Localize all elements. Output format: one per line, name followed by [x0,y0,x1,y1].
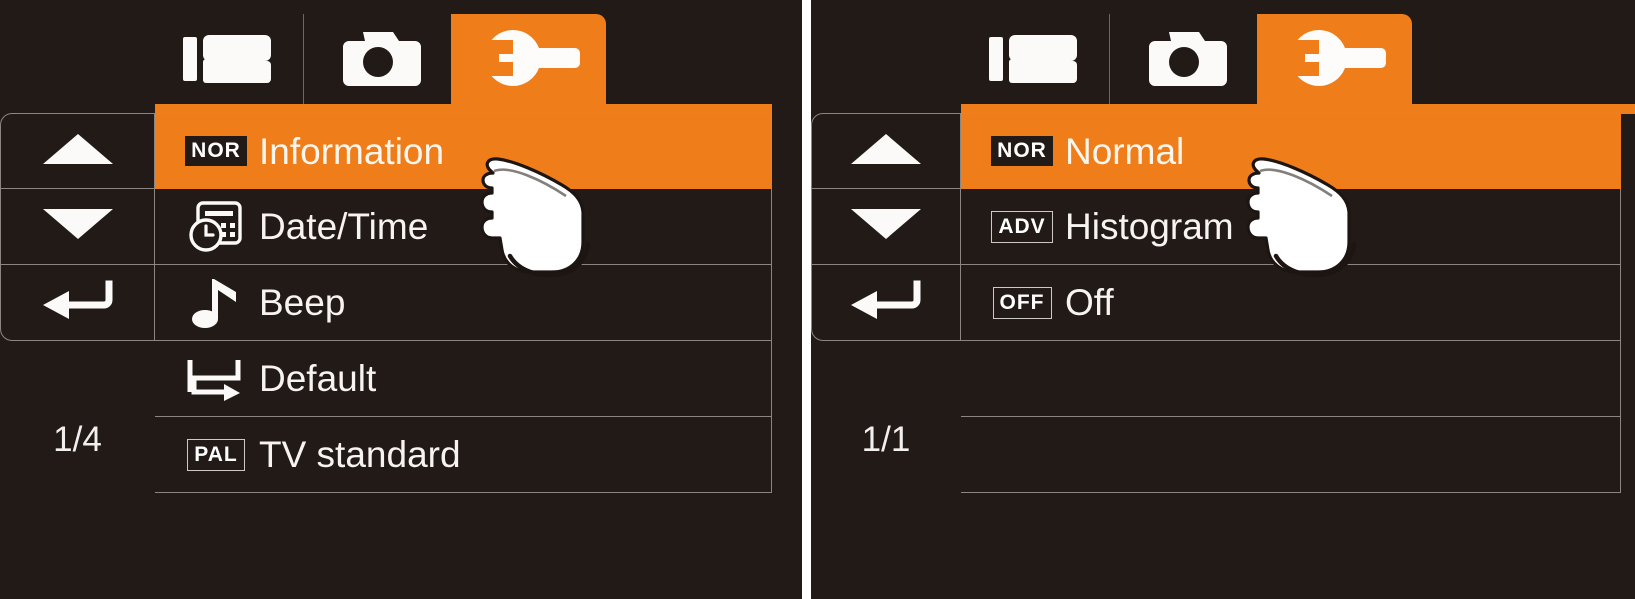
tab-photo[interactable] [303,14,451,104]
enter-button[interactable] [0,265,155,341]
page-indicator: 1/1 [861,420,911,459]
menu-item-label: Beep [259,282,346,323]
badge-text: ADV [991,210,1053,243]
enter-return-icon [39,280,117,325]
calendar-clock-icon [173,200,259,254]
navigation-controls [811,113,961,341]
arrow-down-icon [41,207,115,246]
menu-item-label: Normal [1065,130,1185,172]
camera-menu-comparison: 1/4 NOR Information Date/Time Beep Defau… [0,0,1635,599]
pal-badge-icon: PAL [173,438,259,471]
tab-video[interactable] [155,14,303,104]
music-note-icon [173,275,259,331]
menu-item-label: Information [259,130,445,172]
mode-tabbar [961,14,1412,104]
navigation-controls [0,113,155,341]
badge-text: PAL [187,438,245,471]
menu-item-empty [961,417,1621,493]
panel-gutter [802,0,811,599]
nor-badge-icon: NOR [173,136,259,166]
menu-item-beep[interactable]: Beep [155,265,772,341]
wrench-settings-icon [1283,28,1387,90]
wrench-settings-icon [477,28,581,90]
scroll-down-button[interactable] [811,189,961,265]
scroll-up-button[interactable] [0,113,155,189]
menu-item-off[interactable]: OFF Off [961,265,1621,341]
off-badge-icon: OFF [979,286,1065,319]
menu-item-label: Histogram [1065,206,1234,247]
scroll-down-button[interactable] [0,189,155,265]
menu-item-empty [961,341,1621,417]
information-submenu-panel: 1/1 NOR Normal ADV Histogram OFF Off [811,0,1635,599]
tab-video[interactable] [961,14,1109,104]
scroll-up-button[interactable] [811,113,961,189]
menu-item-information[interactable]: NOR Information [155,113,772,189]
page-indicator: 1/4 [53,420,102,459]
enter-button[interactable] [811,265,961,341]
arrow-down-icon [849,207,923,246]
menu-item-normal[interactable]: NOR Normal [961,113,1621,189]
enter-return-icon [847,280,925,325]
menu-list: NOR Normal ADV Histogram OFF Off [961,113,1621,493]
loop-arrow-icon [173,356,259,402]
menu-item-default[interactable]: Default [155,341,772,417]
mode-tabbar [155,14,606,104]
photo-camera-icon [335,28,421,90]
nor-badge-icon: NOR [979,136,1065,166]
adv-badge-icon: ADV [979,210,1065,243]
setup-menu-panel: 1/4 NOR Information Date/Time Beep Defau… [0,0,802,599]
tab-settings[interactable] [1257,14,1412,104]
menu-list: NOR Information Date/Time Beep Default P… [155,113,772,493]
menu-item-label: Off [1065,282,1114,323]
arrow-up-icon [849,132,923,171]
menu-item-datetime[interactable]: Date/Time [155,189,772,265]
menu-item-label: Date/Time [259,206,429,247]
menu-item-label: TV standard [259,434,461,475]
menu-item-label: Default [259,358,377,399]
menu-item-tv-standard[interactable]: PAL TV standard [155,417,772,493]
video-camcorder-icon [985,31,1085,87]
badge-text: OFF [992,286,1052,319]
arrow-up-icon [41,132,115,171]
badge-text: NOR [991,136,1053,166]
tab-settings[interactable] [451,14,606,104]
menu-item-histogram[interactable]: ADV Histogram [961,189,1621,265]
photo-camera-icon [1141,28,1227,90]
video-camcorder-icon [179,31,279,87]
tab-photo[interactable] [1109,14,1257,104]
badge-text: NOR [185,136,247,166]
